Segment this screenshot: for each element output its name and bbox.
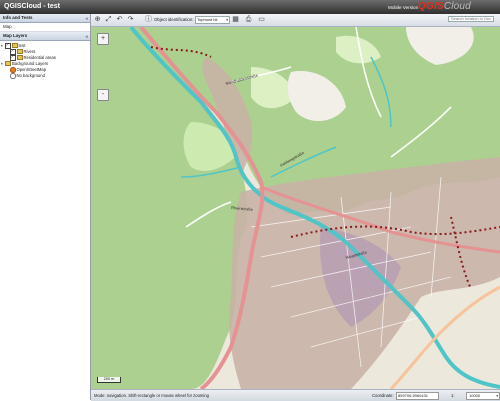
coordinate-label: Coordinate: bbox=[372, 393, 394, 398]
zoom-prev-icon[interactable]: ↶ bbox=[115, 15, 124, 24]
layer-tree: ▾test Rivers Residential areas ▾Backgrou… bbox=[0, 41, 90, 79]
layer-group-label: test bbox=[18, 43, 26, 48]
dropdown-arrow-icon: ▾ bbox=[496, 394, 498, 398]
layer-icon bbox=[16, 49, 23, 55]
checkbox[interactable] bbox=[10, 54, 16, 61]
scale-prefix: 1: bbox=[451, 393, 455, 398]
layer-group-label: Background Layers bbox=[12, 61, 49, 66]
app-title: QGISCloud - test bbox=[4, 3, 60, 10]
mobile-version-link[interactable]: Mobile Version bbox=[388, 5, 418, 10]
map-info-item[interactable]: Map bbox=[0, 23, 90, 32]
checkbox[interactable] bbox=[5, 42, 11, 49]
radio-button[interactable] bbox=[10, 67, 16, 73]
scale-select[interactable]: 10000 ▾ bbox=[466, 392, 500, 400]
layer-label: Rivers bbox=[23, 49, 36, 54]
folder-icon bbox=[5, 61, 11, 67]
zoom-full-icon[interactable]: ⤢ bbox=[104, 15, 113, 24]
search-input[interactable] bbox=[448, 16, 494, 22]
object-identification-label: Object identification: bbox=[154, 17, 194, 22]
zoom-box-icon[interactable]: ⊕ bbox=[93, 15, 102, 24]
info-panel-header[interactable]: Info and Tests « bbox=[0, 14, 90, 23]
qgis-cloud-logo: QGISCloud bbox=[418, 1, 471, 12]
collapse-icon[interactable]: « bbox=[85, 15, 88, 23]
info-panel-title: Info and Tests bbox=[3, 15, 33, 20]
radio-button[interactable] bbox=[10, 73, 16, 79]
zoom-next-icon[interactable]: ↷ bbox=[126, 15, 135, 24]
zoom-out-button[interactable]: - bbox=[97, 89, 109, 101]
app-header: QGISCloud - test Mobile Version QGISClou… bbox=[0, 0, 500, 14]
background-option-none[interactable]: No background bbox=[0, 73, 90, 79]
layer-icon bbox=[16, 55, 23, 61]
map-tiles: Mondhaldenstraße Hohlwegstraße Rheinstra… bbox=[91, 27, 500, 389]
identify-icon[interactable]: ⓘ bbox=[144, 15, 153, 24]
background-label: OpenStreetMap bbox=[16, 67, 47, 72]
scale-bar: 200 m bbox=[97, 377, 121, 383]
measure-icon[interactable]: ▦ bbox=[231, 15, 240, 24]
object-identification-select[interactable]: Topmost hit ▾ bbox=[195, 16, 230, 24]
map-canvas[interactable]: Mondhaldenstraße Hohlwegstraße Rheinstra… bbox=[91, 27, 500, 389]
status-bar: Mode: navigation. Shift-rectangle or mou… bbox=[91, 389, 500, 401]
sidebar: Info and Tests « Map Map Layers « ▾test … bbox=[0, 14, 91, 400]
layers-panel-header[interactable]: Map Layers « bbox=[0, 32, 90, 41]
collapse-icon[interactable]: « bbox=[85, 33, 88, 41]
navigation-mode-text: Mode: navigation. Shift-rectangle or mou… bbox=[94, 393, 209, 398]
background-label: No background bbox=[16, 73, 45, 78]
link-icon[interactable]: ▭ bbox=[257, 15, 266, 24]
map-toolbar: ⊕ ⤢ ↶ ↷ ⓘ Object identification: Topmost… bbox=[91, 14, 500, 27]
print-icon[interactable]: ⎙ bbox=[244, 15, 253, 24]
layer-label: Residential areas bbox=[23, 55, 56, 60]
coordinate-field: 859706,5960431 bbox=[396, 392, 439, 400]
layers-panel-title: Map Layers bbox=[3, 33, 28, 38]
zoom-in-button[interactable]: + bbox=[97, 33, 109, 45]
dropdown-arrow-icon: ▾ bbox=[226, 18, 228, 22]
